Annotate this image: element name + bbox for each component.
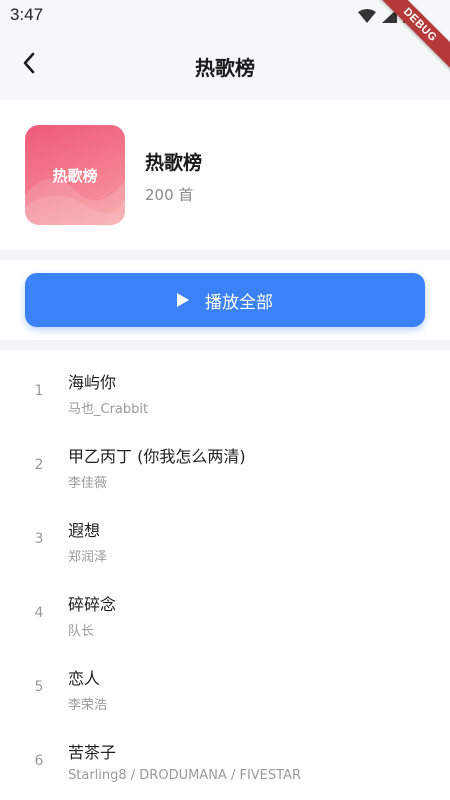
song-row[interactable]: 5 恋人 李荣浩 — [0, 646, 450, 720]
song-artist: 队长 — [68, 624, 95, 639]
song-index: 3 — [34, 531, 44, 547]
song-index: 4 — [34, 605, 44, 621]
play-icon — [177, 293, 189, 307]
song-row[interactable]: 4 碎碎念 队长 — [0, 572, 450, 646]
song-title: 苦茶子 — [68, 743, 117, 762]
song-index: 5 — [34, 679, 44, 695]
status-time: 3:47 — [10, 5, 44, 24]
song-artist: 郑润泽 — [68, 550, 108, 565]
song-title: 遐想 — [68, 521, 101, 540]
song-artist: 马也_Crabbit — [68, 402, 149, 417]
debug-banner: DEBUG — [360, 0, 450, 90]
song-index: 2 — [34, 457, 44, 473]
playlist-cover: 热歌榜 — [25, 125, 125, 225]
song-title: 碎碎念 — [68, 595, 117, 614]
song-artist: Starling8 / DRODUMANA / FIVESTAR — [68, 768, 301, 783]
song-title: 甲乙丙丁 (你我怎么两清) — [68, 447, 246, 466]
play-section: 播放全部 — [0, 260, 450, 340]
song-row[interactable]: 3 遐想 郑润泽 — [0, 498, 450, 572]
song-artist: 李佳薇 — [68, 476, 108, 491]
track-count: 200 首 — [145, 186, 194, 204]
song-artist: 李荣浩 — [68, 698, 108, 713]
song-index: 6 — [34, 753, 44, 769]
playlist-name: 热歌榜 — [145, 152, 203, 174]
song-row[interactable]: 1 海屿你 马也_Crabbit — [0, 350, 450, 424]
song-title: 海屿你 — [68, 373, 117, 392]
play-all-label: 播放全部 — [205, 292, 273, 313]
playlist-header: 热歌榜 热歌榜 200 首 — [0, 100, 450, 250]
song-row[interactable]: 6 苦茶子 Starling8 / DRODUMANA / FIVESTAR — [0, 720, 450, 794]
song-row[interactable]: 2 甲乙丙丁 (你我怎么两清) 李佳薇 — [0, 424, 450, 498]
play-all-button[interactable]: 播放全部 — [25, 273, 425, 327]
song-title: 恋人 — [68, 669, 101, 688]
song-list: 1 海屿你 马也_Crabbit 2 甲乙丙丁 (你我怎么两清) 李佳薇 3 遐… — [0, 350, 450, 800]
song-index: 1 — [34, 383, 44, 399]
cover-label: 热歌榜 — [52, 167, 98, 185]
debug-banner-label: DEBUG — [371, 0, 450, 74]
